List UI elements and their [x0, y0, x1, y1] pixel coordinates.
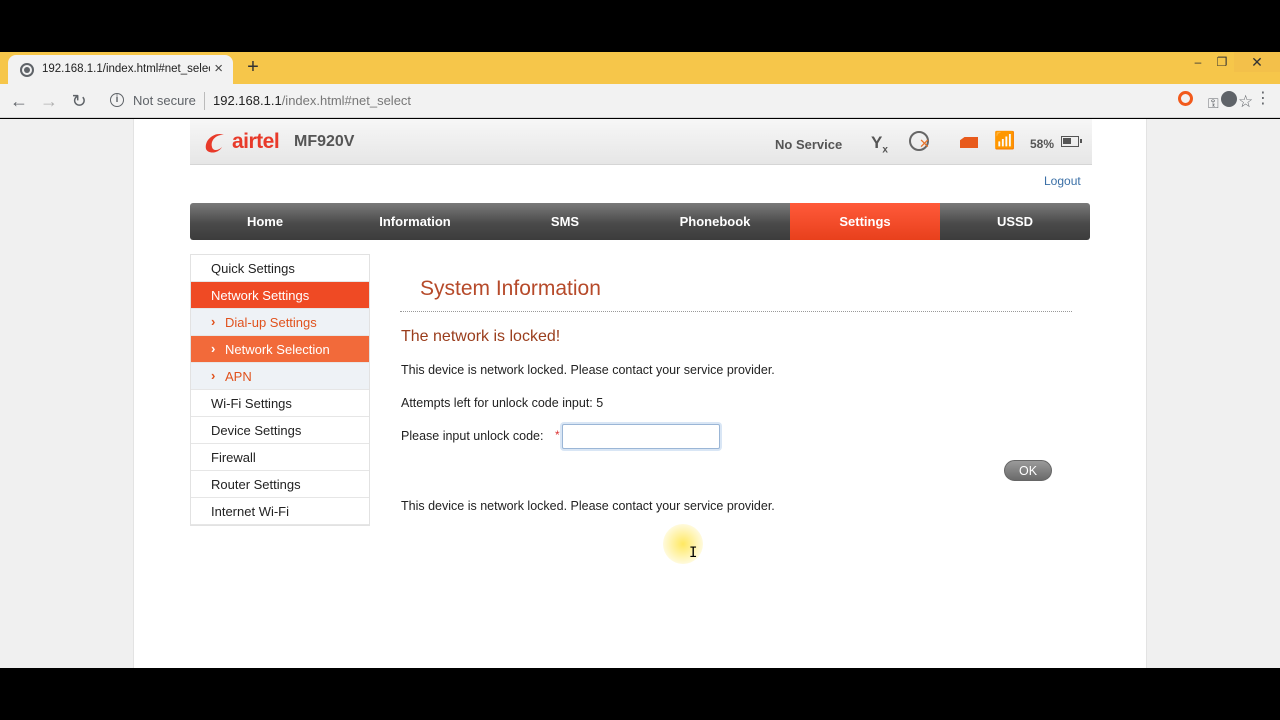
info-icon[interactable]: i [110, 93, 124, 107]
window-maximize-button[interactable]: ❐ [1207, 52, 1237, 72]
back-arrow-icon[interactable]: ← [8, 90, 30, 112]
globe-favicon-icon [20, 63, 34, 77]
nav-ussd[interactable]: USSD [940, 203, 1090, 240]
key-icon[interactable]: ⚿ [1208, 95, 1219, 112]
lock-message: This device is network locked. Please co… [401, 363, 775, 377]
url-path: /index.html#net_select [281, 93, 412, 108]
browser-tab[interactable]: 192.168.1.1/index.html#net_selec × [8, 55, 233, 84]
screen: 192.168.1.1/index.html#net_selec × + – ❐… [0, 0, 1280, 720]
sidebar-item-network-settings[interactable]: Network Settings [191, 282, 369, 309]
menu-icon[interactable]: ⋮ [1255, 89, 1271, 109]
star-icon[interactable]: ☆ [1238, 92, 1253, 112]
router-header: airtel MF920V No Service Yx 📶 58% [190, 119, 1092, 165]
lock-message-bottom: This device is network locked. Please co… [401, 499, 775, 513]
page-viewport: airtel MF920V No Service Yx 📶 58% Logout… [0, 119, 1280, 668]
network-status: No Service [775, 137, 843, 152]
url-text[interactable]: 192.168.1.1/index.html#net_select [213, 93, 411, 108]
security-label[interactable]: Not secure [133, 93, 196, 108]
tab-close-icon[interactable]: × [214, 60, 223, 78]
sidebar-item-internet-wifi[interactable]: Internet Wi-Fi [191, 498, 369, 525]
logout-link[interactable]: Logout [1044, 174, 1081, 188]
sidebar-item-dialup-settings[interactable]: Dial-up Settings [191, 308, 369, 336]
unlock-code-label: Please input unlock code: [401, 429, 544, 443]
omnibox-divider [204, 92, 205, 110]
text-cursor-icon: I [689, 545, 698, 561]
main-nav: Home Information SMS Phonebook Settings … [190, 203, 1090, 240]
url-host: 192.168.1.1 [213, 93, 282, 108]
ok-button[interactable]: OK [1004, 460, 1052, 481]
tab-title: 192.168.1.1/index.html#net_selec [42, 63, 210, 75]
reload-icon[interactable]: ↻ [68, 90, 90, 112]
nav-information[interactable]: Information [340, 203, 490, 240]
nav-settings[interactable]: Settings [790, 203, 940, 240]
battery-percent: 58% [1030, 137, 1055, 151]
sidebar-item-wifi-settings[interactable]: Wi-Fi Settings [191, 390, 369, 417]
browser-toolbar: ← → ↻ i Not secure 192.168.1.1/index.htm… [0, 84, 1280, 118]
profile-icon[interactable] [1221, 91, 1237, 107]
sidebar-item-firewall[interactable]: Firewall [191, 444, 369, 471]
sidebar-item-router-settings[interactable]: Router Settings [191, 471, 369, 498]
nav-home[interactable]: Home [190, 203, 340, 240]
address-bar[interactable]: i Not secure 192.168.1.1/index.html#net_… [100, 88, 1253, 114]
nav-sms[interactable]: SMS [490, 203, 640, 240]
airtel-logo-icon [205, 133, 224, 153]
brand-name: airtel [232, 130, 280, 153]
router-page: airtel MF920V No Service Yx 📶 58% Logout… [133, 119, 1147, 668]
globe-disconnected-icon [909, 131, 930, 152]
sim-card-icon [960, 137, 978, 148]
opera-icon[interactable] [1178, 91, 1193, 106]
tab-strip: 192.168.1.1/index.html#net_selec × + – ❐… [0, 52, 1280, 84]
locked-heading: The network is locked! [401, 328, 561, 345]
new-tab-button[interactable]: + [242, 56, 264, 78]
sidebar-item-network-selection[interactable]: Network Selection [191, 335, 369, 363]
battery-level-fill [1063, 138, 1071, 144]
sidebar-item-device-settings[interactable]: Device Settings [191, 417, 369, 444]
battery-icon [1061, 136, 1082, 147]
required-mark: * [555, 428, 560, 442]
sidebar-item-apn[interactable]: APN [191, 362, 369, 390]
forward-arrow-icon[interactable]: → [38, 90, 60, 112]
title-divider [400, 311, 1072, 312]
unlock-code-input[interactable] [562, 424, 720, 449]
attempts-left: Attempts left for unlock code input: 5 [401, 396, 604, 410]
no-signal-icon: Yx [871, 133, 888, 156]
settings-sidebar: Quick Settings Network Settings Dial-up … [190, 254, 370, 526]
page-title: System Information [420, 277, 601, 300]
device-model: MF920V [294, 133, 355, 150]
window-close-button[interactable]: ✕ [1234, 52, 1280, 72]
nav-phonebook[interactable]: Phonebook [640, 203, 790, 240]
sidebar-item-quick-settings[interactable]: Quick Settings [191, 255, 369, 282]
wifi-icon: 📶 [994, 131, 1016, 150]
